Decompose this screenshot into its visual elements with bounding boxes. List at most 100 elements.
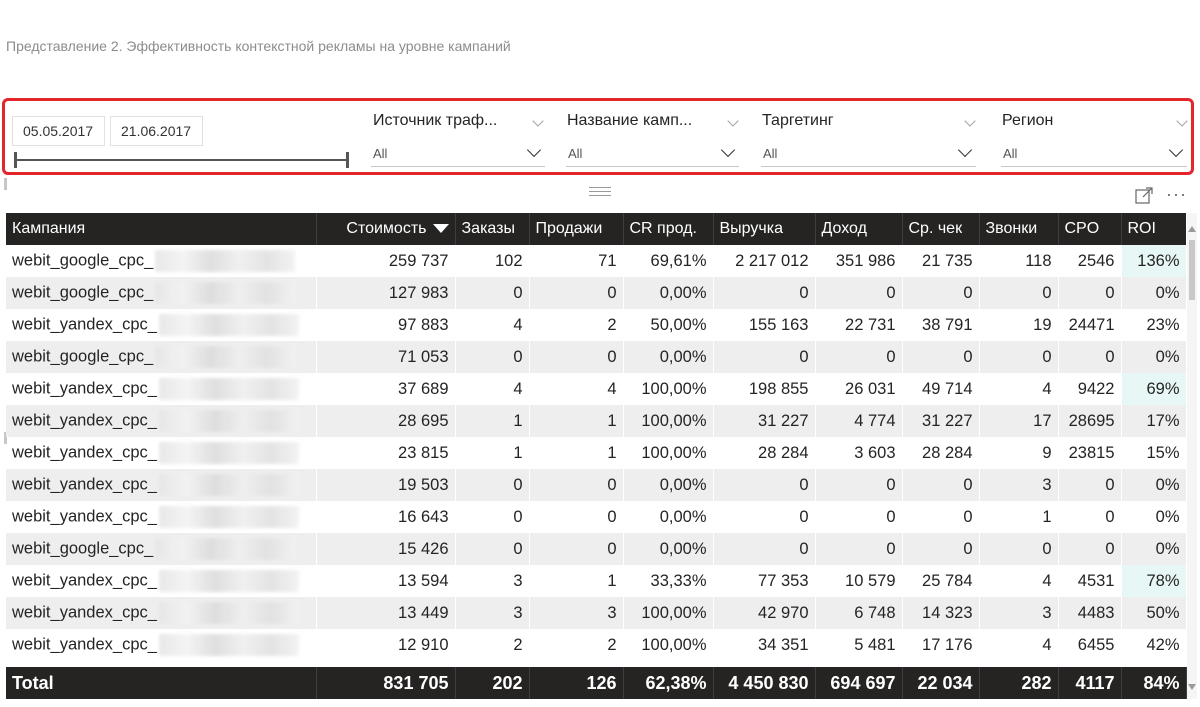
col-header-cr-sales[interactable]: CR прод. xyxy=(623,213,714,245)
col-header-roi[interactable]: ROI xyxy=(1121,213,1186,245)
cell-campaign: webit_yandex_cpc_ xyxy=(6,565,317,597)
redacted-campaign-suffix xyxy=(158,506,299,528)
cell-roi: 0% xyxy=(1121,469,1186,501)
slicer-traffic-source-title: Источник траф... xyxy=(373,112,498,129)
table-row[interactable]: webit_google_cpc_ 127 983 0 0 0,00% 0 0 0 0 0 0% xyxy=(6,277,1186,309)
cell-cost: 19 503 xyxy=(316,469,456,501)
campaign-name: webit_google_cpc_ xyxy=(12,283,154,302)
cell-sales: 0 xyxy=(529,277,624,309)
cell-avg-check: 14 323 xyxy=(902,597,980,629)
col-header-income[interactable]: Доход xyxy=(815,213,903,245)
cell-cpo: 9422 xyxy=(1058,373,1122,405)
scrollbar-thumb[interactable] xyxy=(1189,240,1195,300)
slicer-campaign-name-title: Название камп... xyxy=(567,112,693,129)
campaign-name: webit_yandex_cpc_ xyxy=(12,635,157,654)
cell-roi: 0% xyxy=(1121,277,1186,309)
date-end-input[interactable]: 21.06.2017 xyxy=(110,116,203,146)
table-row[interactable]: webit_yandex_cpc_ 23 815 1 1 100,00% 28 284 3 … xyxy=(6,437,1186,469)
cell-revenue: 0 xyxy=(713,469,816,501)
scroll-down-arrow-icon[interactable] xyxy=(1188,684,1196,690)
total-label: Total xyxy=(6,667,317,699)
table-row[interactable]: webit_yandex_cpc_ 37 689 4 4 100,00% 198 855 2… xyxy=(6,373,1186,405)
table-row[interactable]: webit_yandex_cpc_ 19 503 0 0 0,00% 0 0 0 3 0 0% xyxy=(6,469,1186,501)
cell-cpo: 4531 xyxy=(1058,565,1122,597)
table-row[interactable]: webit_yandex_cpc_ 28 695 1 1 100,00% 31 227 4 … xyxy=(6,405,1186,437)
cell-cost: 259 737 xyxy=(316,245,456,277)
table-header-row: Кампания Стоимость Заказы Продажи CR про… xyxy=(6,213,1186,245)
drag-handle-icon[interactable] xyxy=(589,187,611,199)
col-header-campaign[interactable]: Кампания xyxy=(6,213,317,245)
cell-roi: 0% xyxy=(1121,341,1186,373)
table-row[interactable]: webit_yandex_cpc_ 97 883 4 2 50,00% 155 163 22… xyxy=(6,309,1186,341)
table-row[interactable]: webit_yandex_cpc_ 13 449 3 3 100,00% 42 970 6 … xyxy=(6,597,1186,629)
cell-orders: 3 xyxy=(455,565,530,597)
total-orders: 202 xyxy=(455,667,530,699)
cell-revenue: 0 xyxy=(713,533,816,565)
cell-roi: 17% xyxy=(1121,405,1186,437)
col-header-revenue[interactable]: Выручка xyxy=(713,213,816,245)
cell-cpo: 0 xyxy=(1058,277,1122,309)
campaign-name: webit_yandex_cpc_ xyxy=(12,443,157,462)
cell-campaign: webit_yandex_cpc_ xyxy=(6,405,317,437)
cell-calls: 4 xyxy=(979,629,1059,661)
table-row[interactable]: webit_yandex_cpc_ 13 594 3 1 33,33% 77 353 10 … xyxy=(6,565,1186,597)
cell-cr-sales: 0,00% xyxy=(623,341,714,373)
slicer-traffic-source-dropdown[interactable]: All xyxy=(371,140,545,167)
cell-income: 0 xyxy=(815,533,903,565)
chevron-down-icon xyxy=(1168,142,1184,158)
col-header-orders[interactable]: Заказы xyxy=(455,213,530,245)
cell-revenue: 198 855 xyxy=(713,373,816,405)
cell-campaign: webit_google_cpc_ xyxy=(6,533,317,565)
date-start-input[interactable]: 05.05.2017 xyxy=(12,116,105,146)
redacted-campaign-suffix xyxy=(158,602,299,624)
date-range-slider[interactable] xyxy=(14,159,349,161)
redacted-campaign-suffix xyxy=(158,634,299,656)
table-row[interactable]: webit_yandex_cpc_ 16 643 0 0 0,00% 0 0 0 1 0 0% xyxy=(6,501,1186,533)
total-income: 694 697 xyxy=(815,667,903,699)
cell-income: 0 xyxy=(815,501,903,533)
scroll-up-arrow-icon[interactable] xyxy=(1188,226,1196,232)
cell-avg-check: 0 xyxy=(902,469,980,501)
total-cr-sales: 62,38% xyxy=(623,667,714,699)
cell-revenue: 2 217 012 xyxy=(713,245,816,277)
cell-cost: 71 053 xyxy=(316,341,456,373)
col-header-avg-check[interactable]: Ср. чек xyxy=(902,213,980,245)
redacted-campaign-suffix xyxy=(155,250,296,272)
table-row[interactable]: webit_google_cpc_ 259 737 102 71 69,61% 2 217… xyxy=(6,245,1186,277)
cell-cr-sales: 100,00% xyxy=(623,437,714,469)
cell-cr-sales: 33,33% xyxy=(623,565,714,597)
cell-avg-check: 0 xyxy=(902,277,980,309)
table-row[interactable]: webit_yandex_cpc_ 12 910 2 2 100,00% 34 351 5 … xyxy=(6,629,1186,661)
campaign-name: webit_yandex_cpc_ xyxy=(12,379,157,398)
col-header-cpo[interactable]: CPO xyxy=(1058,213,1122,245)
focus-mode-icon[interactable] xyxy=(1135,187,1153,204)
table-row[interactable]: webit_google_cpc_ 71 053 0 0 0,00% 0 0 0 0 0 0% xyxy=(6,341,1186,373)
col-header-sales[interactable]: Продажи xyxy=(529,213,624,245)
more-options-icon[interactable]: ··· xyxy=(1166,185,1187,203)
cell-avg-check: 0 xyxy=(902,533,980,565)
cell-cr-sales: 50,00% xyxy=(623,309,714,341)
date-slider-start-handle[interactable] xyxy=(14,152,17,168)
campaign-name: webit_google_cpc_ xyxy=(12,347,154,366)
cell-cpo: 0 xyxy=(1058,533,1122,565)
cell-revenue: 42 970 xyxy=(713,597,816,629)
visual-resize-handle[interactable] xyxy=(4,178,7,190)
slicer-targeting-dropdown[interactable]: All xyxy=(761,140,976,167)
cell-revenue: 34 351 xyxy=(713,629,816,661)
slicer-campaign-name-dropdown[interactable]: All xyxy=(566,140,739,167)
col-header-cost[interactable]: Стоимость xyxy=(316,213,456,245)
table-row[interactable]: webit_google_cpc_ 15 426 0 0 0,00% 0 0 0 0 0 0% xyxy=(6,533,1186,565)
cell-campaign: webit_google_cpc_ xyxy=(6,341,317,373)
cell-cpo: 24471 xyxy=(1058,309,1122,341)
campaign-name: webit_yandex_cpc_ xyxy=(12,603,157,622)
cell-revenue: 0 xyxy=(713,501,816,533)
cell-orders: 2 xyxy=(455,629,530,661)
redacted-campaign-suffix xyxy=(158,442,299,464)
cell-campaign: webit_yandex_cpc_ xyxy=(6,373,317,405)
date-slider-end-handle[interactable] xyxy=(346,152,349,168)
cell-roi: 23% xyxy=(1121,309,1186,341)
slicer-region-dropdown[interactable]: All xyxy=(1001,140,1187,167)
col-header-calls[interactable]: Звонки xyxy=(979,213,1059,245)
cell-calls: 3 xyxy=(979,597,1059,629)
cell-cr-sales: 100,00% xyxy=(623,373,714,405)
